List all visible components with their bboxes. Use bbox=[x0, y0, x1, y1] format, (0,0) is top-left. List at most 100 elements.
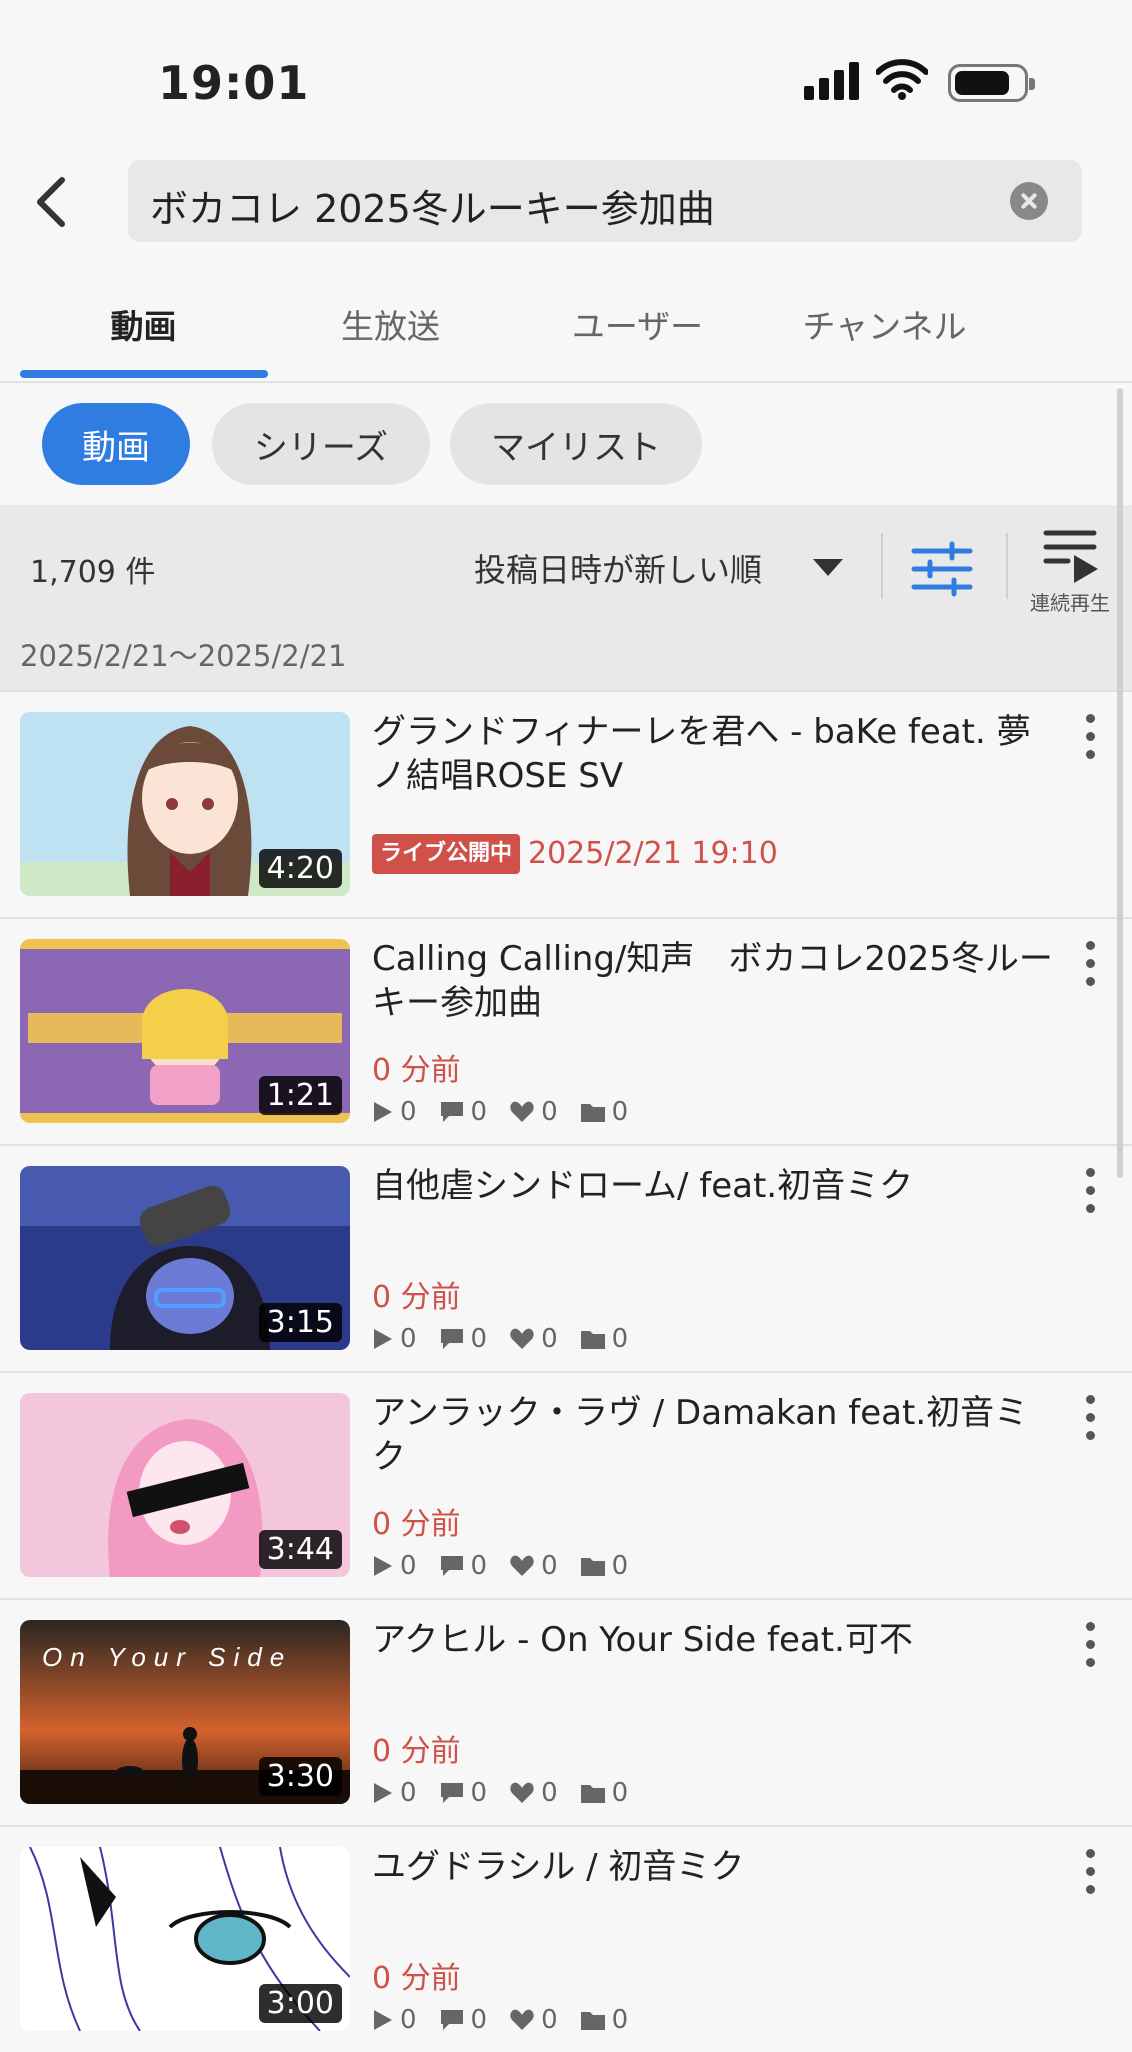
like-count: 0 bbox=[541, 1778, 558, 1808]
tab-users[interactable]: ユーザー bbox=[514, 300, 761, 348]
folder-icon bbox=[580, 1558, 605, 1576]
chevron-down-icon[interactable] bbox=[813, 559, 843, 576]
play-icon bbox=[374, 1556, 392, 1576]
heart-icon bbox=[510, 1101, 534, 1122]
wifi-icon bbox=[876, 59, 928, 100]
heart-icon bbox=[510, 1555, 534, 1576]
view-count: 0 bbox=[400, 1551, 417, 1581]
video-thumbnail[interactable]: 3:00 bbox=[20, 1847, 350, 2031]
chip-videos[interactable]: 動画 bbox=[42, 403, 190, 485]
video-thumbnail[interactable]: 3:44 bbox=[20, 1393, 350, 1577]
video-stats: 0 0 0 0 bbox=[372, 2003, 650, 2037]
video-duration: 3:30 bbox=[258, 1757, 342, 1796]
comment-count: 0 bbox=[470, 1097, 488, 1127]
video-title[interactable]: アクヒル - On Your Side feat.可不 bbox=[372, 1618, 1062, 1662]
battery-icon bbox=[948, 64, 1035, 102]
video-thumbnail[interactable]: 1:21 bbox=[20, 939, 350, 1123]
folder-icon bbox=[580, 2012, 605, 2030]
folder-icon bbox=[580, 1331, 605, 1349]
video-list-item[interactable]: 1:21 Calling Calling/知声 ボカコレ2025冬ルーキー参加曲… bbox=[0, 917, 1132, 1144]
results-toolbar: 1,709 件 投稿日時が新しい順 連続再生 2025/2/21～2025/2/… bbox=[0, 505, 1132, 690]
video-duration: 3:44 bbox=[258, 1530, 342, 1569]
video-stats: 0 0 0 0 bbox=[372, 1322, 650, 1356]
video-title[interactable]: Calling Calling/知声 ボカコレ2025冬ルーキー参加曲 bbox=[372, 937, 1062, 1025]
scrollbar[interactable] bbox=[1117, 388, 1123, 1178]
view-count: 0 bbox=[400, 1097, 417, 1127]
like-count: 0 bbox=[541, 1551, 558, 1581]
comment-count: 0 bbox=[470, 2005, 488, 2035]
video-duration: 1:21 bbox=[258, 1076, 342, 1115]
content-type-chips: 動画 シリーズ マイリスト bbox=[0, 383, 1132, 505]
video-list-item[interactable]: 3:44 アンラック・ラヴ / Damakan feat.初音ミク 0 分前 0… bbox=[0, 1371, 1132, 1598]
play-icon bbox=[374, 2010, 392, 2030]
status-bar: 19:01 bbox=[0, 0, 1132, 150]
video-title[interactable]: アンラック・ラヴ / Damakan feat.初音ミク bbox=[372, 1391, 1062, 1479]
comment-count: 0 bbox=[470, 1778, 488, 1808]
more-options-icon[interactable] bbox=[1082, 1849, 1098, 1895]
view-count: 0 bbox=[400, 1778, 417, 1808]
more-options-icon[interactable] bbox=[1082, 941, 1098, 987]
comment-count: 0 bbox=[470, 1551, 488, 1581]
video-thumbnail[interactable]: 3:15 bbox=[20, 1166, 350, 1350]
heart-icon bbox=[510, 1328, 534, 1349]
video-date: 0 分前 bbox=[372, 1053, 461, 1088]
video-duration: 4:20 bbox=[258, 849, 342, 888]
comment-icon bbox=[440, 2010, 463, 2030]
video-title[interactable]: ユグドラシル / 初音ミク bbox=[372, 1845, 1062, 1889]
continuous-play-label[interactable]: 連続再生 bbox=[1020, 587, 1120, 616]
tab-live[interactable]: 生放送 bbox=[267, 300, 514, 348]
mylist-count: 0 bbox=[611, 2005, 629, 2035]
continuous-play-icon[interactable] bbox=[1030, 527, 1110, 587]
video-thumbnail[interactable]: 4:20 bbox=[20, 712, 350, 896]
comment-icon bbox=[440, 1783, 463, 1803]
folder-icon bbox=[580, 1785, 605, 1803]
mylist-count: 0 bbox=[611, 1324, 629, 1354]
like-count: 0 bbox=[541, 2005, 558, 2035]
comment-count: 0 bbox=[470, 1324, 488, 1354]
filter-sliders-icon[interactable] bbox=[910, 541, 974, 597]
cellular-signal-icon bbox=[804, 62, 860, 100]
more-options-icon[interactable] bbox=[1082, 1622, 1098, 1668]
video-list-item[interactable]: 4:20 グランドフィナーレを君へ - baKe feat. 夢ノ結唱ROSE … bbox=[0, 690, 1132, 917]
chip-series[interactable]: シリーズ bbox=[212, 403, 430, 485]
live-premiere-badge: ライブ公開中 bbox=[372, 834, 521, 874]
chip-mylists[interactable]: マイリスト bbox=[450, 403, 702, 485]
more-options-icon[interactable] bbox=[1082, 1168, 1098, 1214]
play-icon bbox=[374, 1102, 392, 1122]
divider bbox=[881, 533, 883, 599]
clear-search-icon[interactable] bbox=[1010, 182, 1048, 220]
video-thumbnail[interactable]: On Your Side 3:30 bbox=[20, 1620, 350, 1804]
search-type-tabs: 動画 生放送 ユーザー チャンネル bbox=[0, 270, 1132, 383]
view-count: 0 bbox=[400, 2005, 417, 2035]
thumbnail-text: On Your Side bbox=[42, 1642, 292, 1672]
heart-icon bbox=[510, 2009, 534, 2030]
folder-icon bbox=[580, 1104, 605, 1122]
video-title[interactable]: グランドフィナーレを君へ - baKe feat. 夢ノ結唱ROSE SV bbox=[372, 710, 1062, 798]
tab-videos[interactable]: 動画 bbox=[20, 300, 267, 348]
more-options-icon[interactable] bbox=[1082, 1395, 1098, 1441]
comment-icon bbox=[440, 1556, 463, 1576]
tab-channels[interactable]: チャンネル bbox=[761, 300, 1008, 348]
video-title[interactable]: 自他虐シンドローム/ feat.初音ミク bbox=[372, 1164, 1062, 1208]
mylist-count: 0 bbox=[611, 1097, 629, 1127]
video-duration: 3:00 bbox=[258, 1984, 342, 2023]
video-list-item[interactable]: 3:15 自他虐シンドローム/ feat.初音ミク 0 分前 0 0 0 0 bbox=[0, 1144, 1132, 1371]
sort-select[interactable]: 投稿日時が新しい順 bbox=[474, 545, 762, 591]
result-count: 1,709 件 bbox=[30, 555, 156, 590]
comment-icon bbox=[440, 1102, 463, 1122]
more-options-icon[interactable] bbox=[1082, 714, 1098, 760]
mylist-count: 0 bbox=[611, 1551, 629, 1581]
video-duration: 3:15 bbox=[258, 1303, 342, 1342]
divider bbox=[1006, 533, 1008, 599]
video-list-item[interactable]: On Your Side 3:30 アクヒル - On Your Side fe… bbox=[0, 1598, 1132, 1825]
back-arrow-icon[interactable] bbox=[26, 170, 82, 234]
date-range: 2025/2/21～2025/2/21 bbox=[20, 639, 347, 673]
video-list-item[interactable]: 3:00 ユグドラシル / 初音ミク 0 分前 0 0 0 0 bbox=[0, 1825, 1132, 2052]
video-date: 0 分前 bbox=[372, 1280, 461, 1315]
like-count: 0 bbox=[541, 1324, 558, 1354]
heart-icon bbox=[510, 1782, 534, 1803]
search-input[interactable]: ボカコレ 2025冬ルーキー参加曲 bbox=[128, 160, 1082, 242]
video-date: 2025/2/21 19:10 bbox=[528, 836, 778, 871]
view-count: 0 bbox=[400, 1324, 417, 1354]
video-date: 0 分前 bbox=[372, 1734, 461, 1769]
